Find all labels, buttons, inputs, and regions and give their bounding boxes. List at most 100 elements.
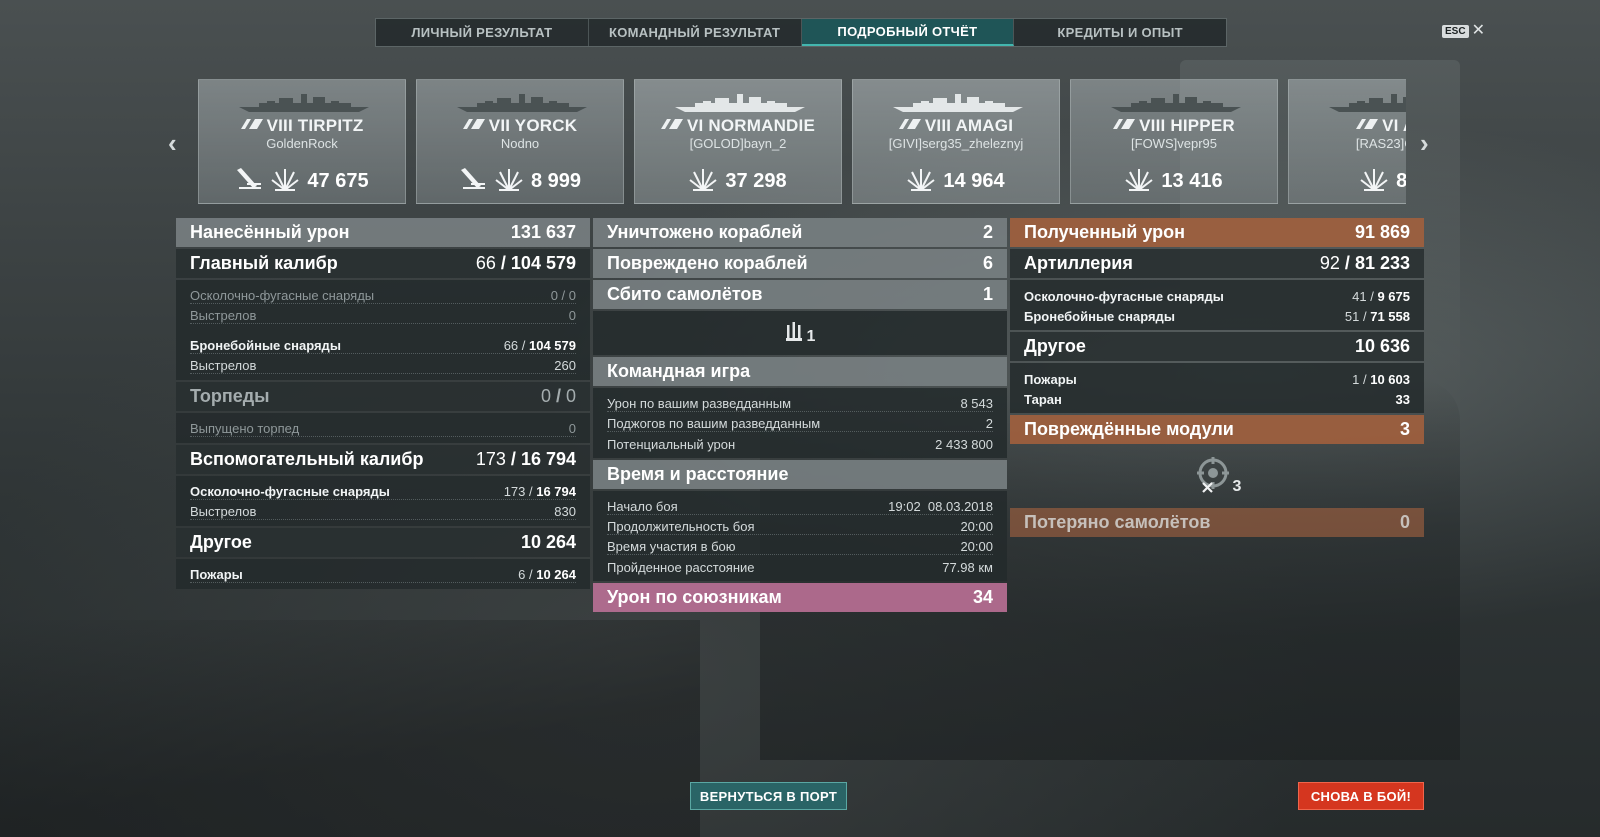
ship-class-icon — [240, 114, 263, 129]
card-stats: 8 999 — [417, 166, 623, 197]
tab-team[interactable]: КОМАНДНЫЙ РЕЗУЛЬТАТ — [589, 19, 802, 46]
damage-value: 8 1 — [1396, 170, 1406, 192]
ship-name: VI AC — [1289, 114, 1406, 136]
player-name: GoldenRock — [266, 136, 338, 151]
tab-detailed-report[interactable]: ПОДРОБНЫЙ ОТЧЁТ — [801, 19, 1015, 46]
lost-planes-header: Потеряно самолётов 0 — [1010, 508, 1424, 537]
damaged-ships-label: Повреждено кораблей — [607, 253, 808, 273]
damage-value: 37 298 — [725, 170, 787, 192]
artillery-header: Артиллерия 92 / 81 233 — [1010, 249, 1424, 278]
received-he-label: Осколочно-фугасные снаряды — [1024, 289, 1224, 304]
ship-name-text: VIII TIRPITZ — [266, 116, 364, 135]
received-ap-label: Бронебойные снаряды — [1024, 309, 1175, 324]
carousel-next-arrow-icon[interactable]: › — [1420, 128, 1429, 159]
secondary-he-row: Осколочно-фугасные снаряды 173 / 16 794 — [190, 480, 576, 500]
main-he-label: Осколочно-фугасные снаряды — [190, 288, 375, 303]
ally-damage-header: Урон по союзникам 34 — [593, 583, 1007, 612]
damaged-ship-card[interactable]: VIII AMAGI [GIVI]serg35_zheleznyj 14 964 — [852, 79, 1060, 204]
ship-name-text: VIII AMAGI — [924, 116, 1014, 135]
teamplay-header: Командная игра — [593, 357, 1007, 386]
ship-class-icon — [1113, 114, 1136, 129]
damaged-ships-header: Повреждено кораблей 6 — [593, 249, 1007, 278]
card-stats: 13 416 — [1071, 166, 1277, 197]
player-name: Nodno — [500, 136, 540, 151]
damaged-ship-card[interactable]: VI AC[RAS23]Cou 8 1 — [1288, 79, 1406, 204]
close-button[interactable]: ESC ✕ — [1442, 23, 1485, 39]
received-damage-title: Полученный урон — [1024, 222, 1185, 242]
tab-personal[interactable]: ЛИЧНЫЙ РЕЗУЛЬТАТ — [376, 19, 589, 46]
received-other-details: Пожары 1 / 10 603 Таран 33 — [1010, 363, 1424, 413]
player-name: [RAS23]Cou — [1355, 136, 1406, 151]
time-distance-header: Время и расстояние — [593, 460, 1007, 489]
main-ap-label: Бронебойные снаряды — [190, 338, 341, 353]
damaged-modules-icon-count: 3 — [1232, 478, 1242, 495]
dealt-damage-header: Нанесённый урон 131 637 — [176, 218, 590, 247]
distance-value: 77.98 км — [942, 560, 993, 575]
damaged-ship-card[interactable]: VIII HIPPER [FOWS]vepr95 13 416 — [1070, 79, 1278, 204]
damaged-ship-card[interactable]: VI NORMANDIE [GOLOD]bayn_2 37 298 — [634, 79, 842, 204]
received-ap-value: 51 / 71 558 — [1344, 309, 1410, 324]
carousel-prev-arrow-icon[interactable]: ‹ — [168, 128, 177, 159]
potential-damage-label: Потенциальный урон — [607, 437, 736, 452]
main-battery-value: 66 / 104 579 — [475, 253, 576, 273]
damaged-modules-icon-block: 3 — [1010, 446, 1424, 506]
ship-silhouette-icon — [1329, 92, 1406, 114]
secondary-shots-row: Выстрелов 830 — [190, 500, 576, 520]
dealt-fires-row: Пожары 6 / 10 264 — [190, 563, 576, 583]
torpedoes-launched-label: Выпущено торпед — [190, 421, 300, 436]
lost-planes-title: Потеряно самолётов — [1024, 512, 1211, 532]
torpedoes-details: Выпущено торпед 0 — [176, 413, 590, 443]
main-ap-shots-row: Выстрелов 260 — [190, 354, 576, 374]
return-to-port-button[interactable]: ВЕРНУТЬСЯ В ПОРТ — [690, 782, 847, 810]
battle-start-label: Начало боя — [607, 499, 678, 514]
spotting-fires-value: 2 — [985, 416, 993, 431]
dealt-other-header: Другое 10 264 — [176, 528, 590, 557]
received-fires-row: Пожары 1 / 10 603 — [1024, 367, 1410, 387]
damaged-ship-card[interactable]: VII YORCK Nodno 8 999 — [416, 79, 624, 204]
ship-name-text: VI AC — [1382, 116, 1406, 135]
received-he-row: Осколочно-фугасные снаряды 41 / 9 675 — [1024, 284, 1410, 304]
planes-shot-icon-count: 1 — [806, 328, 816, 345]
planes-shot-value: 1 — [982, 284, 993, 304]
damaged-ship-card[interactable]: VIII TIRPITZ GoldenRock 47 675 — [198, 79, 406, 204]
secondary-battery-details: Осколочно-фугасные снаряды 173 / 16 794 … — [176, 476, 590, 526]
dealt-damage-total: 131 637 — [510, 222, 576, 242]
artillery-details: Осколочно-фугасные снаряды 41 / 9 675 Бр… — [1010, 280, 1424, 330]
potential-damage-value: 2 433 800 — [935, 437, 993, 452]
main-ap-shots-label: Выстрелов — [190, 358, 257, 373]
ship-class-icon — [660, 114, 683, 129]
spotting-damage-label: Урон по вашим разведданным — [607, 396, 792, 411]
ship-name-text: VI NORMANDIE — [686, 116, 816, 135]
main-battery-header: Главный калибр 66 / 104 579 — [176, 249, 590, 278]
participation-time-row: Время участия в бою 20:00 — [607, 535, 993, 555]
ship-class-icon — [462, 114, 485, 129]
planes-shot-label: Сбито самолётов — [607, 284, 763, 304]
damage-value: 14 964 — [943, 170, 1005, 192]
player-name: [GIVI]serg35_zheleznyj — [888, 136, 1024, 151]
lost-planes-count: 0 — [1399, 512, 1410, 532]
teamplay-details: Урон по вашим разведданным 8 543 Поджого… — [593, 388, 1007, 458]
battle-again-button[interactable]: СНОВА В БОЙ! — [1298, 782, 1424, 810]
battle-duration-row: Продолжительность боя 20:00 — [607, 515, 993, 535]
tab-credits-xp[interactable]: КРЕДИТЫ И ОПЫТ — [1014, 19, 1226, 46]
time-distance-details: Начало боя 19:02 08.03.2018 Продолжитель… — [593, 491, 1007, 581]
ship-silhouette-icon — [893, 92, 1023, 114]
artillery-title: Артиллерия — [1024, 253, 1133, 273]
ship-silhouette-icon — [457, 92, 587, 114]
destroyed-ships-value: 2 — [982, 222, 993, 242]
secondary-shots-label: Выстрелов — [190, 504, 257, 519]
dealt-fires-value: 6 / 10 264 — [518, 567, 576, 582]
spotting-damage-row: Урон по вашим разведданным 8 543 — [607, 392, 993, 412]
ship-sunk-icon — [459, 166, 487, 197]
ship-silhouette-icon — [675, 92, 805, 114]
participation-time-label: Время участия в бою — [607, 539, 736, 554]
dealt-fires-label: Пожары — [190, 567, 243, 582]
ally-damage-value: 34 — [972, 587, 993, 607]
result-tabs: ЛИЧНЫЙ РЕЗУЛЬТАТ КОМАНДНЫЙ РЕЗУЛЬТАТ ПОД… — [375, 18, 1227, 47]
ship-name-text: VII YORCK — [488, 116, 578, 135]
time-distance-title: Время и расстояние — [607, 464, 789, 484]
participation-time-value: 20:00 — [960, 539, 993, 554]
secondary-battery-title: Вспомогательный калибр — [190, 449, 424, 469]
ship-sunk-icon — [235, 166, 263, 197]
main-he-shots-row: Выстрелов 0 — [190, 304, 576, 324]
